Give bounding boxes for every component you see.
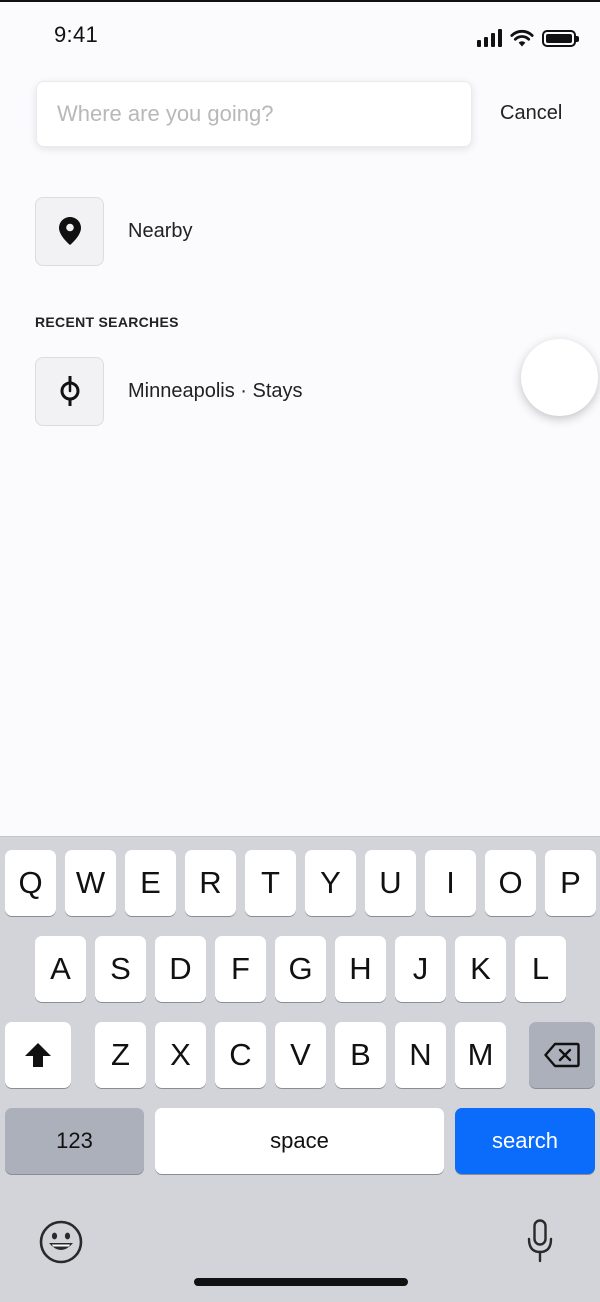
recent-search-item[interactable]: Minneapolis · Stays [35,356,575,426]
key-z[interactable]: Z [95,1022,146,1088]
key-s[interactable]: S [95,936,146,1002]
key-x[interactable]: X [155,1022,206,1088]
key-g[interactable]: G [275,936,326,1002]
home-indicator[interactable] [194,1278,408,1286]
cancel-button[interactable]: Cancel [500,102,562,125]
status-bar: 9:41 [0,0,600,70]
key-w[interactable]: W [65,850,116,916]
floating-circle-button[interactable] [521,339,598,416]
key-m[interactable]: M [455,1022,506,1088]
key-d[interactable]: D [155,936,206,1002]
nearby-row[interactable]: Nearby [35,196,575,266]
status-time: 9:41 [54,22,99,47]
microphone-icon[interactable] [527,1219,553,1263]
wifi-icon [510,29,534,47]
cellular-signal-icon [477,29,502,47]
recent-search-label: Minneapolis · Stays [128,379,303,402]
key-y[interactable]: Y [305,850,356,916]
key-b[interactable]: B [335,1022,386,1088]
key-e[interactable]: E [125,850,176,916]
key-q[interactable]: Q [5,850,56,916]
clock-history-icon [60,376,79,406]
battery-icon [542,30,579,47]
key-n[interactable]: N [395,1022,446,1088]
key-a[interactable]: A [35,936,86,1002]
key-r[interactable]: R [185,850,236,916]
space-key[interactable]: space [155,1108,444,1174]
search-input[interactable] [37,82,471,146]
backspace-key[interactable] [529,1022,595,1088]
key-i[interactable]: I [425,850,476,916]
key-o[interactable]: O [485,850,536,916]
shift-key[interactable] [5,1022,71,1088]
shift-arrow-icon [25,1043,51,1067]
status-icons [477,27,579,47]
key-l[interactable]: L [515,936,566,1002]
key-j[interactable]: J [395,936,446,1002]
nearby-label: Nearby [128,219,193,242]
key-v[interactable]: V [275,1022,326,1088]
key-h[interactable]: H [335,936,386,1002]
search-box[interactable] [36,81,472,147]
recent-icon-tile [35,356,104,426]
search-key[interactable]: search [455,1108,595,1174]
emoji-icon[interactable] [38,1219,84,1265]
key-u[interactable]: U [365,850,416,916]
location-pin-icon [58,217,81,245]
keyboard: Q W E R T Y U I O P A S D F G H J K L Z … [0,836,600,1302]
recent-searches-heading: RECENT SEARCHES [35,314,179,330]
key-f[interactable]: F [215,936,266,1002]
key-p[interactable]: P [545,850,596,916]
nearby-icon-tile [35,196,104,266]
key-t[interactable]: T [245,850,296,916]
numbers-key[interactable]: 123 [5,1108,144,1174]
backspace-icon [544,1042,580,1068]
key-k[interactable]: K [455,936,506,1002]
key-c[interactable]: C [215,1022,266,1088]
